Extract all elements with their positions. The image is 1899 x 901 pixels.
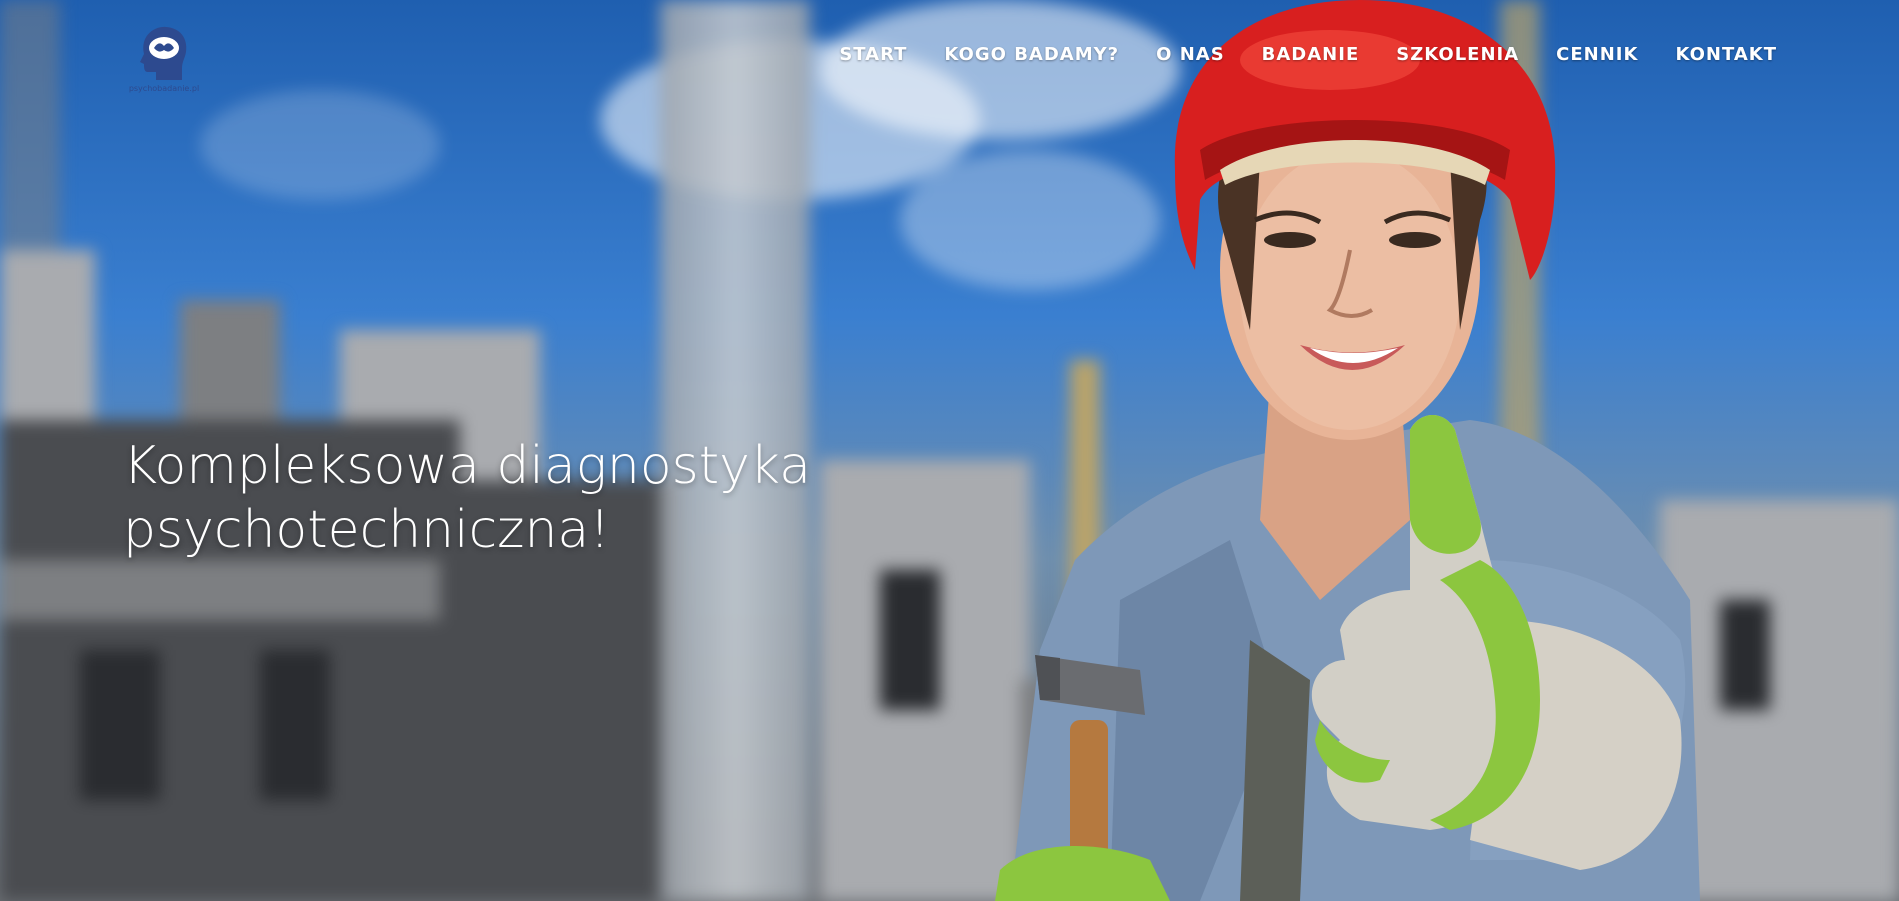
- hero-headline-line1: Kompleksowa diagnostyka: [123, 436, 811, 496]
- site-logo[interactable]: psychobadanie.pl: [118, 24, 210, 96]
- nav-item-o-nas[interactable]: O NAS: [1156, 44, 1225, 65]
- hero-section: psychobadanie.pl START KOGO BADAMY? O NA…: [0, 0, 1899, 901]
- main-nav: START KOGO BADAMY? O NAS BADANIE SZKOLEN…: [802, 44, 1777, 65]
- nav-item-badanie[interactable]: BADANIE: [1262, 44, 1360, 65]
- hero-headline: Kompleksowa diagnostyka psychotechniczna…: [123, 434, 883, 562]
- nav-item-cennik[interactable]: CENNIK: [1556, 44, 1638, 65]
- hero-headline-line2: psychotechniczna!: [123, 500, 611, 560]
- logo-text: psychobadanie.pl: [128, 84, 200, 93]
- nav-item-kontakt[interactable]: KONTAKT: [1675, 44, 1777, 65]
- brain-head-icon: [140, 26, 187, 80]
- nav-item-szkolenia[interactable]: SZKOLENIA: [1396, 44, 1519, 65]
- nav-item-start[interactable]: START: [839, 44, 907, 65]
- nav-item-kogo-badamy[interactable]: KOGO BADAMY?: [944, 44, 1119, 65]
